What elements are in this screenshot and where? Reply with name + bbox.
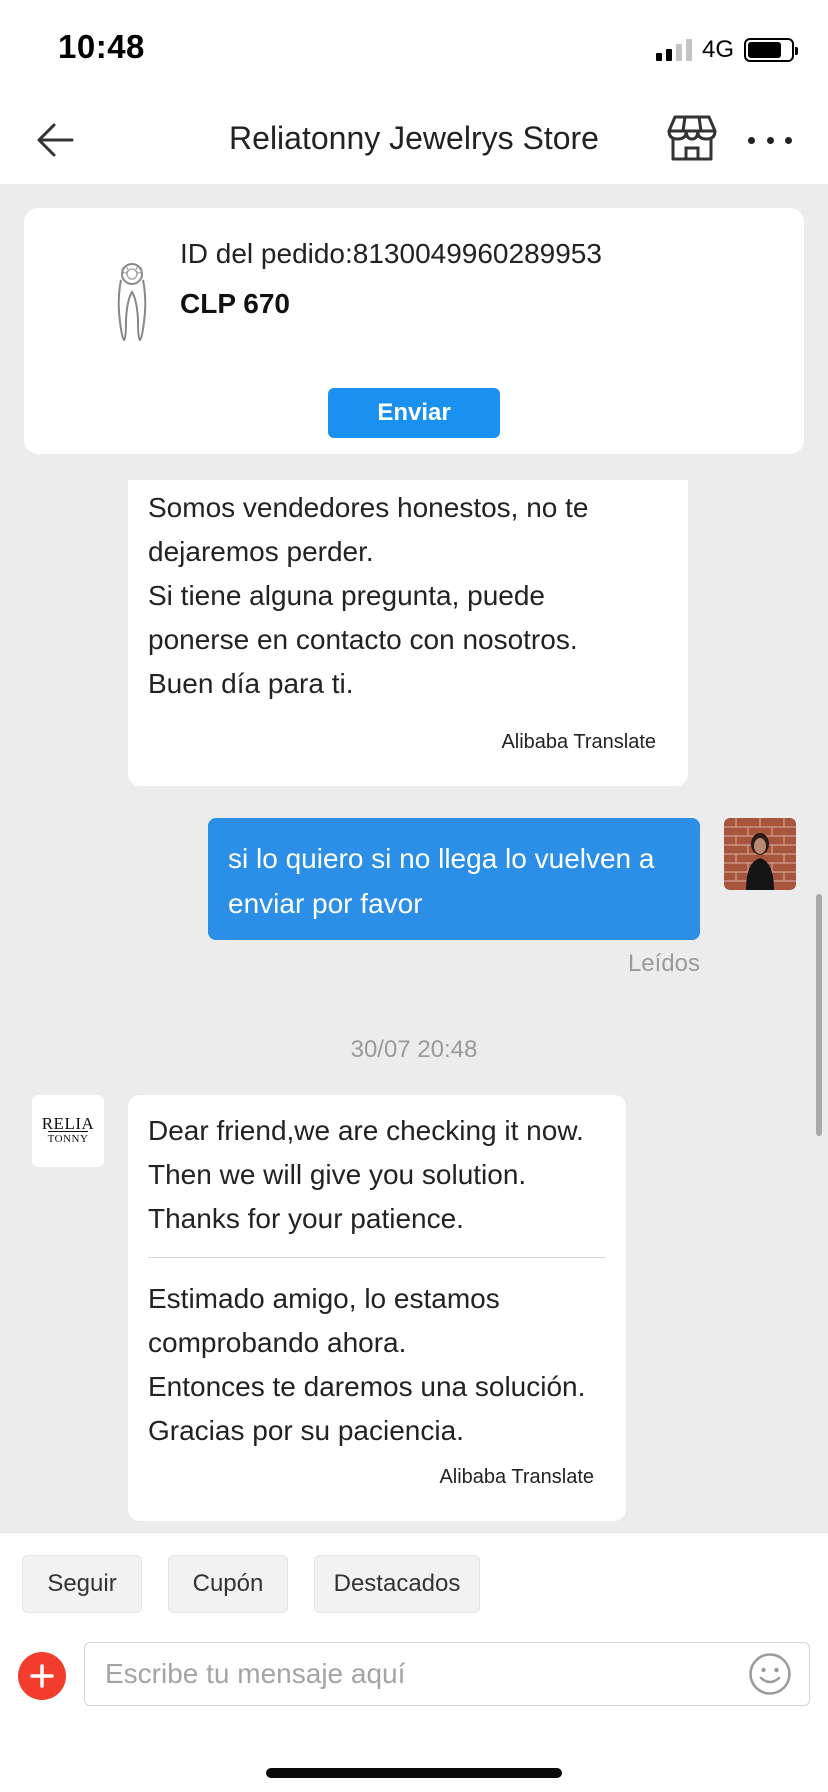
store-message[interactable]: enviar o te devolveremos el dinero. Somo… [128, 480, 688, 786]
status-bar: 10:48 4G [0, 0, 828, 96]
emoji-icon[interactable] [748, 1652, 792, 1696]
order-id: ID del pedido:8130049960289953 [180, 238, 602, 269]
read-status: Leídos [627, 950, 700, 977]
chat-thread[interactable]: enviar o te devolveremos el dinero. Somo… [0, 480, 828, 1532]
featured-button[interactable]: Destacados [314, 1555, 480, 1613]
product-thumbnail[interactable] [84, 260, 180, 350]
translation-divider [148, 1257, 606, 1258]
message-composer [0, 1622, 828, 1724]
store-avatar-line1: RELIA [41, 1113, 95, 1133]
battery-icon [744, 38, 798, 62]
send-order-button[interactable]: Enviar [328, 388, 500, 438]
translation-label: Alibaba Translate [439, 1466, 594, 1488]
store-avatar[interactable]: RELIA TONNY [32, 1095, 104, 1167]
message-text-translated: Estimado amigo, lo estamos comprobando a… [148, 1283, 586, 1446]
store-avatar-line2: TONNY [47, 1130, 89, 1145]
status-indicators: 4G [655, 36, 798, 64]
store-message[interactable]: Dear friend,we are checking it now. Then… [128, 1095, 626, 1521]
status-time: 10:48 [58, 28, 145, 65]
message-timestamp: 30/07 20:48 [350, 1036, 478, 1063]
more-icon[interactable] [748, 120, 792, 160]
store-icon[interactable] [666, 114, 718, 162]
home-indicator-area [0, 1724, 828, 1792]
user-message[interactable]: si lo quiero si no llega lo vuelven a en… [208, 818, 700, 940]
order-card[interactable]: ID del pedido:8130049960289953 CLP 670 E… [24, 208, 804, 454]
translation-label: Alibaba Translate [501, 731, 656, 753]
chat-scrollbar[interactable] [816, 894, 822, 1136]
message-input[interactable] [84, 1642, 810, 1706]
signal-icon [655, 39, 692, 61]
message-text: enviar o te devolveremos el dinero. Somo… [148, 492, 589, 699]
user-avatar[interactable] [724, 818, 796, 890]
message-text-original: Dear friend,we are checking it now. Then… [148, 1115, 584, 1234]
follow-button[interactable]: Seguir [22, 1555, 142, 1613]
plus-icon[interactable] [18, 1652, 66, 1700]
coupon-button[interactable]: Cupón [168, 1555, 288, 1613]
nav-bar: Reliatonny Jewelrys Store [0, 96, 828, 184]
home-indicator[interactable] [266, 1768, 562, 1778]
quick-actions-bar: Seguir Cupón Destacados [0, 1532, 828, 1622]
network-type: 4G [701, 36, 734, 63]
order-price: CLP 670 [180, 288, 290, 319]
